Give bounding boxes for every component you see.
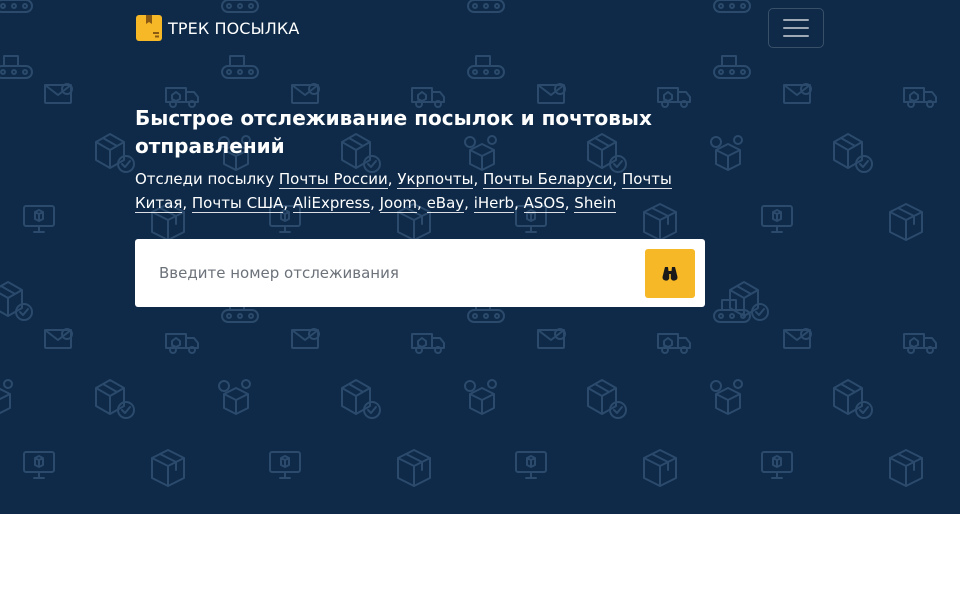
tracking-number-input[interactable] — [135, 239, 635, 307]
tracking-search-form — [135, 239, 705, 307]
navbar: ТРЕК ПОСЫЛКА — [0, 0, 960, 56]
carrier-link-aliexpress[interactable]: AliExpress — [292, 194, 371, 213]
brand-name: ТРЕК ПОСЫЛКА — [168, 18, 300, 38]
hero-subtitle: Отследи посылку Почты России, Укрпочты, … — [135, 167, 695, 215]
carrier-link-ebay[interactable]: eBay — [426, 194, 465, 213]
carrier-link-usps[interactable]: Почты США — [191, 194, 284, 213]
carrier-link-iherb[interactable]: iHerb — [473, 194, 515, 213]
separator: , — [612, 170, 622, 188]
separator: , — [370, 194, 380, 212]
binoculars-icon — [662, 266, 678, 281]
hero-section: ТРЕК ПОСЫЛКА Быстрое отслеживание посыло… — [0, 0, 960, 514]
separator: , — [283, 194, 293, 212]
separator: , — [473, 170, 484, 188]
carrier-link-asos[interactable]: ASOS — [523, 194, 565, 213]
brand-link[interactable]: ТРЕК ПОСЫЛКА — [136, 14, 299, 42]
hamburger-menu-icon — [783, 19, 809, 37]
separator: , — [564, 194, 575, 212]
carrier-link-shein[interactable]: Shein — [574, 194, 617, 213]
separator: , — [464, 194, 474, 212]
separator: , — [514, 194, 524, 212]
menu-toggle-button[interactable] — [768, 8, 824, 48]
separator: , — [387, 170, 398, 188]
hero-title: Быстрое отслеживание посылок и почтовых … — [135, 106, 652, 158]
carrier-link-belpost[interactable]: Почты Беларуси — [483, 170, 613, 189]
track-search-button[interactable] — [645, 249, 695, 298]
carrier-link-russian-post[interactable]: Почты России — [278, 170, 388, 189]
package-box-icon — [136, 15, 162, 41]
carrier-link-joom[interactable]: Joom — [379, 194, 418, 213]
separator: , — [417, 194, 427, 212]
carrier-link-ukrposhta[interactable]: Укрпочты — [397, 170, 474, 189]
separator: , — [182, 194, 192, 212]
subtitle-prefix: Отследи посылку — [135, 170, 279, 188]
